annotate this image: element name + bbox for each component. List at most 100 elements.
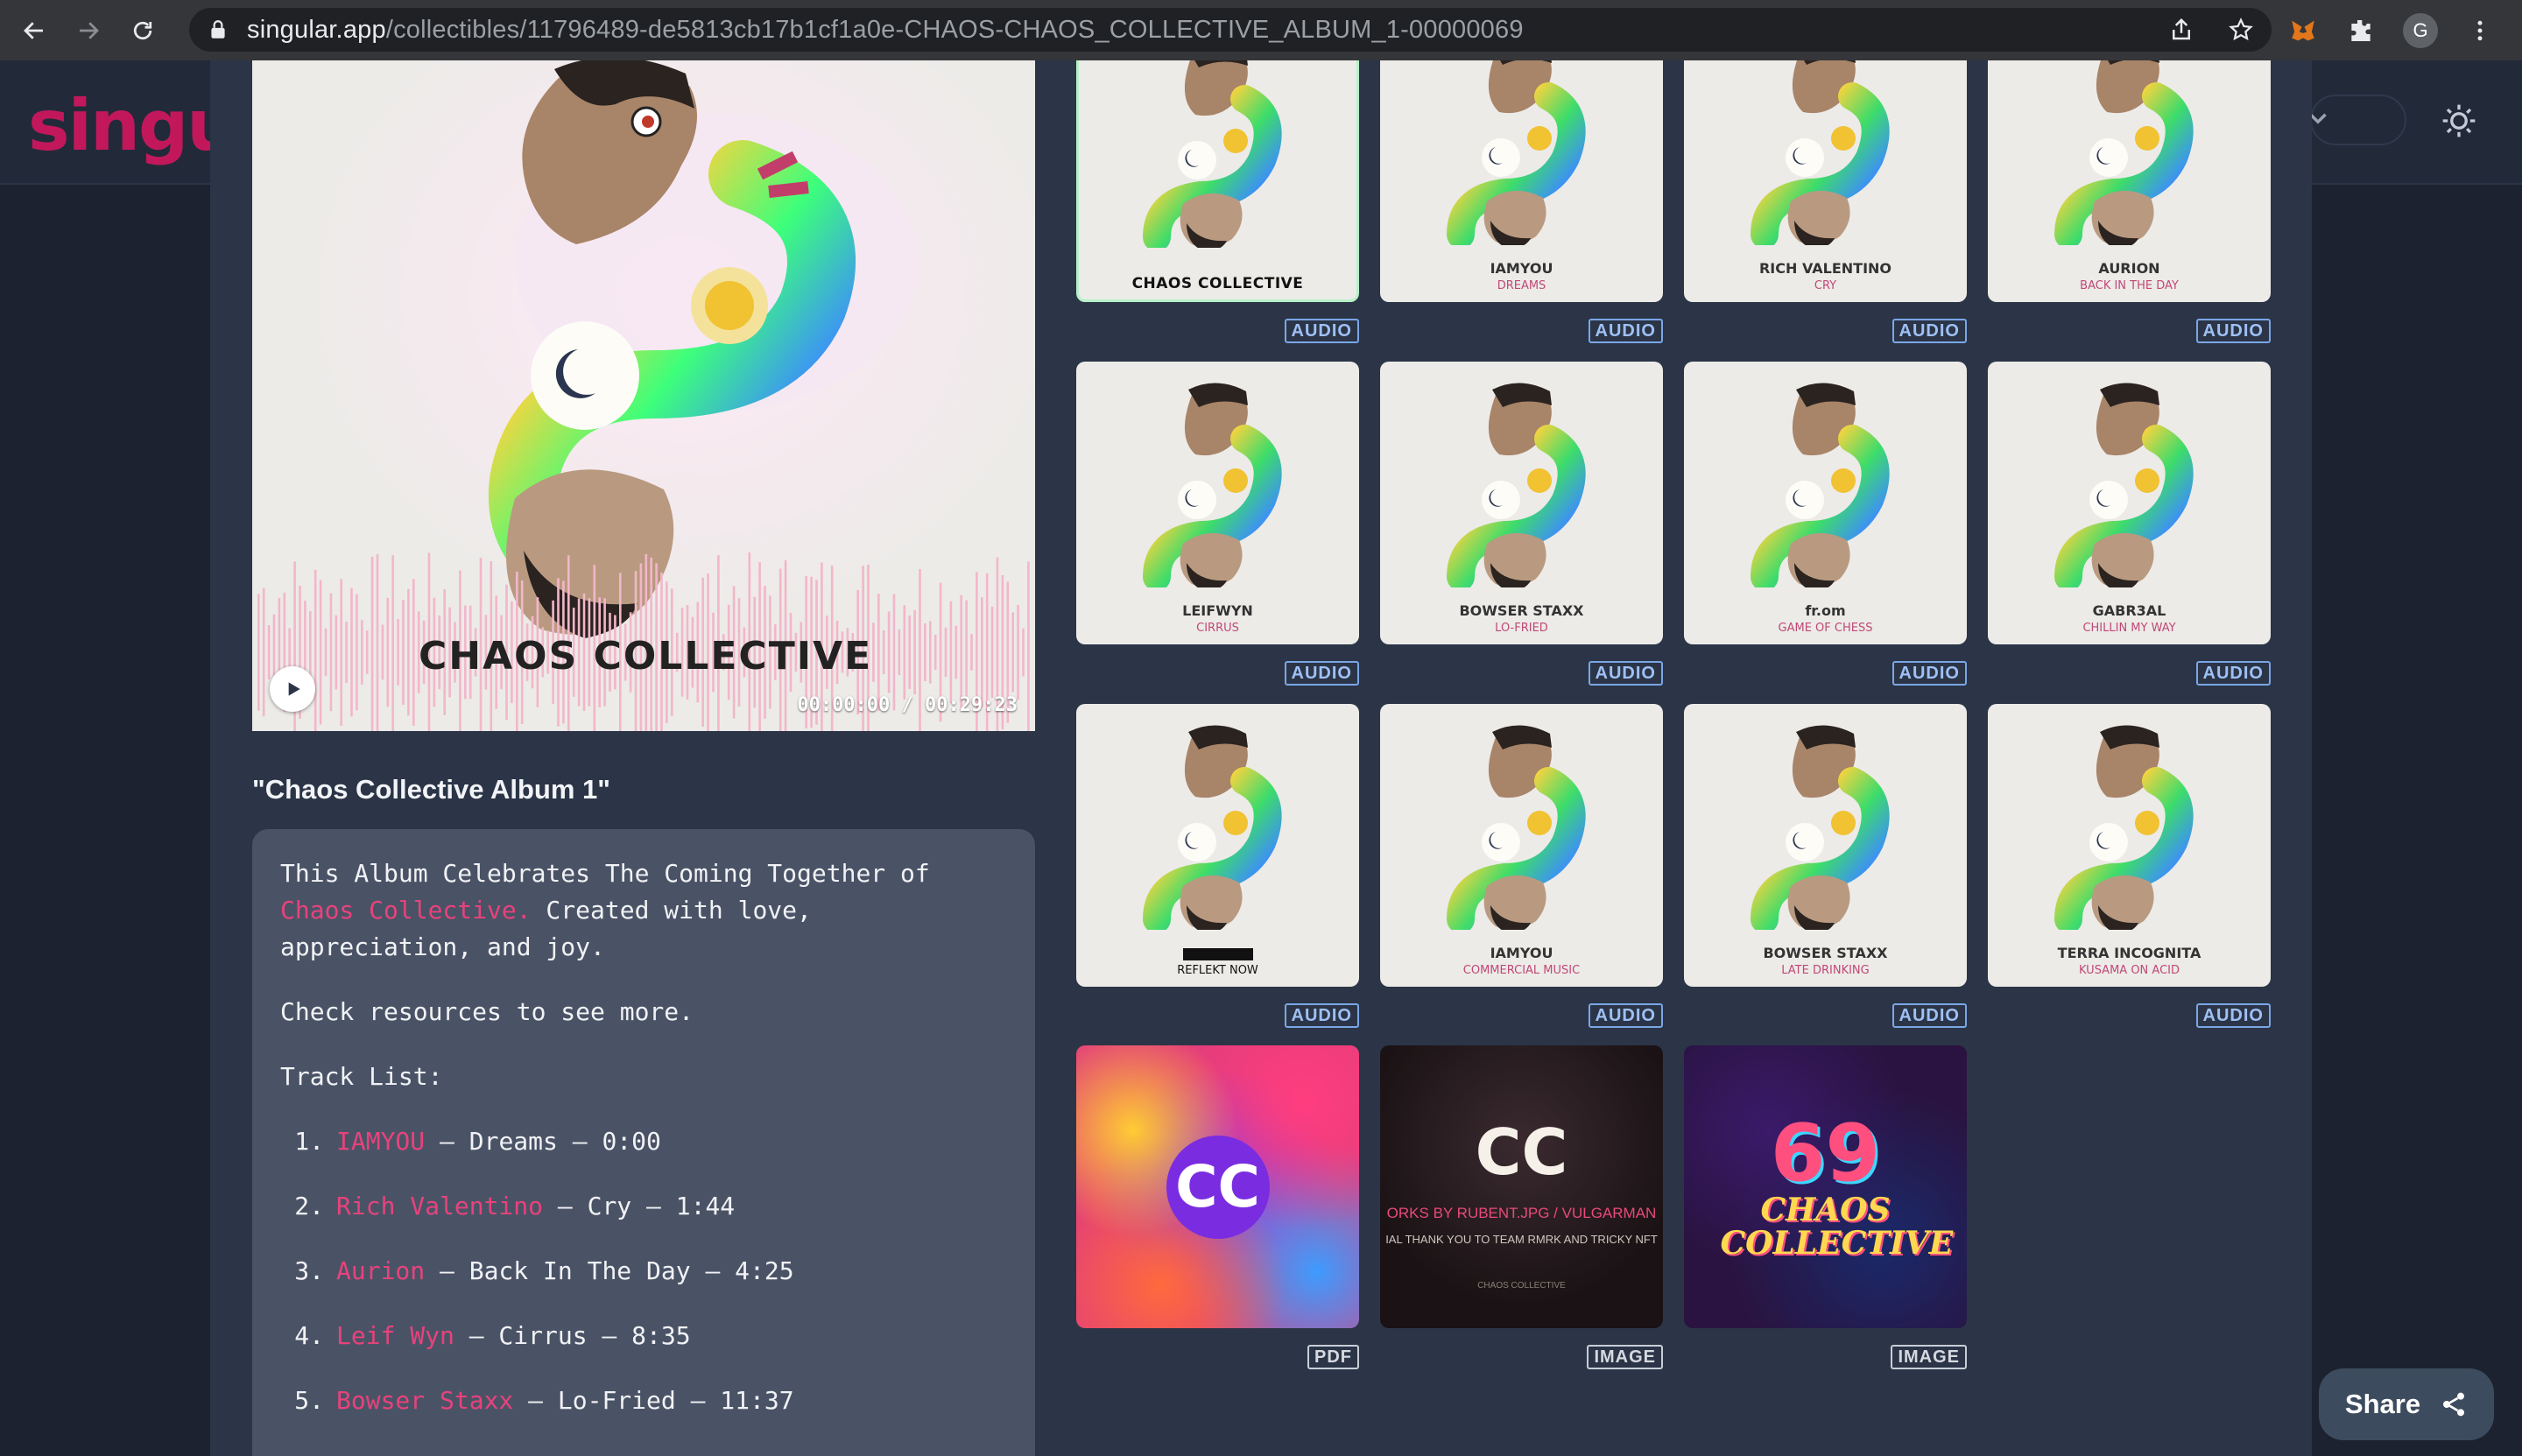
waveform-bar: [965, 600, 968, 705]
waveform-bar: [361, 620, 363, 685]
share-button[interactable]: Share: [2319, 1368, 2494, 1440]
resources-note: Check resources to see more.: [280, 997, 694, 1026]
share-page-icon[interactable]: [2168, 17, 2194, 43]
mini-cover-art: [2054, 383, 2194, 587]
extensions-puzzle-icon[interactable]: [2345, 15, 2377, 46]
resource-thumbnail[interactable]: BOWSER STAXX LO-FRIED: [1380, 362, 1663, 644]
track-info: – Back In The Day – 4:25: [425, 1256, 794, 1285]
lock-icon: [211, 20, 225, 39]
audio-badge: AUDIO: [1588, 319, 1663, 343]
address-bar[interactable]: singular.app/collectibles/11796489-de581…: [189, 8, 2272, 52]
forward-button[interactable]: [68, 11, 109, 51]
waveform-bar: [944, 627, 948, 678]
collectible-modal: CHAOS COLLECTIVE 00:00:00 / 00:29:23 "Ch…: [210, 60, 2312, 1456]
waveform-bar: [376, 553, 379, 731]
waveform-bar: [345, 622, 348, 683]
image-credit-line: ORKS BY RUBENT.JPG / VULGARMAN: [1386, 1205, 1657, 1221]
metamask-extension-icon[interactable]: [2287, 15, 2319, 46]
resource-thumbnail[interactable]: 69 CHAOS COLLECTIVE: [1684, 1045, 1967, 1328]
chaos-collective-link[interactable]: Chaos Collective.: [280, 896, 532, 925]
mini-cover-art: [1446, 60, 1586, 245]
waveform-bar: [350, 587, 353, 717]
resource-thumbnail[interactable]: TERRA INCOGNITA KUSAMA ON ACID: [1988, 704, 2271, 987]
waveform-bar: [407, 588, 410, 716]
thumb-track: CRY: [1814, 279, 1837, 292]
audio-badge: AUDIO: [2195, 661, 2271, 686]
resource-thumbnail[interactable]: RICH VALENTINO CRY: [1684, 60, 1967, 302]
pdf-badge: PDF: [1307, 1345, 1359, 1369]
waveform-bar: [391, 555, 394, 731]
image-footer-line: CHAOS COLLECTIVE: [1477, 1281, 1566, 1291]
resource-thumbnail[interactable]: fr.om GAME OF CHESS: [1684, 362, 1967, 644]
album-description: This Album Celebrates The Coming Togethe…: [280, 855, 1007, 966]
resource-thumbnail[interactable]: IAMYOU DREAMS: [1380, 60, 1663, 302]
resource-thumbnail[interactable]: CC ORKS BY RUBENT.JPG / VULGARMAN IAL TH…: [1380, 1045, 1663, 1328]
play-icon: [288, 682, 300, 696]
number-69-art: 69: [1770, 1107, 1881, 1199]
track-item: 2. Rich Valentino – Cry – 1:44: [280, 1188, 1007, 1225]
track-artist-link[interactable]: IAMYOU: [336, 1127, 425, 1156]
reload-icon: [133, 21, 152, 39]
track-artist-link[interactable]: Bowser Staxx: [336, 1386, 513, 1415]
track-number: 2.: [294, 1192, 324, 1220]
thumb-artist: IAMYOU: [1490, 260, 1553, 277]
waveform-bar: [877, 594, 880, 711]
resource-thumbnail[interactable]: GABR3AL CHILLIN MY WAY: [1988, 362, 2271, 644]
resource-thumbnail[interactable]: IAMYOU COMMERCIAL MUSIC: [1380, 704, 1663, 987]
audio-badge: AUDIO: [2195, 319, 2271, 343]
mini-cover-art: [2054, 725, 2194, 930]
resource-thumbnail[interactable]: AURION BACK IN THE DAY: [1988, 60, 2271, 302]
url-host: singular.app: [247, 15, 386, 44]
resource-thumbnail[interactable]: REFLEKT NOW: [1076, 704, 1359, 987]
resource-thumbnail[interactable]: CHAOS COLLECTIVE: [1076, 60, 1359, 302]
cc-logo: CC: [1166, 1135, 1270, 1239]
track-artist-link[interactable]: Rich Valentino: [336, 1192, 543, 1220]
waveform-bar: [882, 630, 885, 674]
track-item: 4. Leif Wyn – Cirrus – 8:35: [280, 1318, 1007, 1354]
mini-cover-art: [1750, 383, 1890, 587]
waveform-bar: [313, 569, 317, 731]
browser-toolbar: singular.app/collectibles/11796489-de581…: [0, 0, 2522, 60]
bookmark-star-icon[interactable]: [2228, 17, 2254, 43]
back-button[interactable]: [14, 11, 54, 51]
thumb-artist: GABR3AL: [2092, 602, 2166, 619]
resource-thumbnail[interactable]: BOWSER STAXX LATE DRINKING: [1684, 704, 1967, 987]
waveform-bar: [319, 580, 322, 725]
share-icon: [2443, 1392, 2465, 1417]
sun-theme-icon[interactable]: [2440, 102, 2478, 140]
reload-button[interactable]: [123, 11, 163, 51]
track-info: – Dreams – 0:00: [425, 1127, 661, 1156]
image-badge: IMAGE: [1587, 1345, 1663, 1369]
waveform-bar: [924, 623, 926, 681]
thumb-artist: TERRA INCOGNITA: [2057, 945, 2201, 961]
mini-cover-art: [1446, 725, 1586, 930]
track-info: – Cry – 1:44: [543, 1192, 736, 1220]
track-artist-link[interactable]: Aurion: [336, 1256, 425, 1285]
track-number: 1.: [294, 1127, 324, 1156]
thumb-track: BACK IN THE DAY: [2080, 279, 2179, 292]
waveform-bar: [262, 587, 265, 717]
thumb-artist: fr.om: [1805, 602, 1846, 619]
waveform-bar: [955, 625, 958, 679]
track-artist-link[interactable]: Leif Wyn: [336, 1321, 454, 1350]
waveform-bar: [365, 630, 369, 674]
audio-badge: AUDIO: [1284, 319, 1359, 343]
track-number: 5.: [294, 1386, 324, 1415]
waveform-bar: [267, 625, 271, 679]
thumb-track: COMMERCIAL MUSIC: [1462, 964, 1581, 977]
track-number: 3.: [294, 1256, 324, 1285]
resource-thumbnail[interactable]: CC: [1076, 1045, 1359, 1328]
resource-thumbnail[interactable]: LEIFWYN CIRRUS: [1076, 362, 1359, 644]
waveform-bar: [949, 601, 953, 704]
play-button[interactable]: [270, 666, 315, 712]
profile-avatar[interactable]: G: [2403, 12, 2438, 48]
share-label: Share: [2344, 1389, 2421, 1419]
chaos-collective-art-text: CHAOS COLLECTIVE: [1720, 1191, 1954, 1262]
thumb-artist: BOWSER STAXX: [1763, 945, 1888, 961]
waveform-bar: [356, 594, 358, 711]
mini-cover-art: [1750, 60, 1890, 245]
track-list: 1. IAMYOU – Dreams – 0:00 2. Rich Valentin…: [280, 1123, 1007, 1419]
thumb-track: LO-FRIED: [1495, 622, 1548, 635]
thumb-track: CHILLIN MY WAY: [2082, 622, 2176, 635]
browser-menu-icon[interactable]: [2464, 15, 2496, 46]
